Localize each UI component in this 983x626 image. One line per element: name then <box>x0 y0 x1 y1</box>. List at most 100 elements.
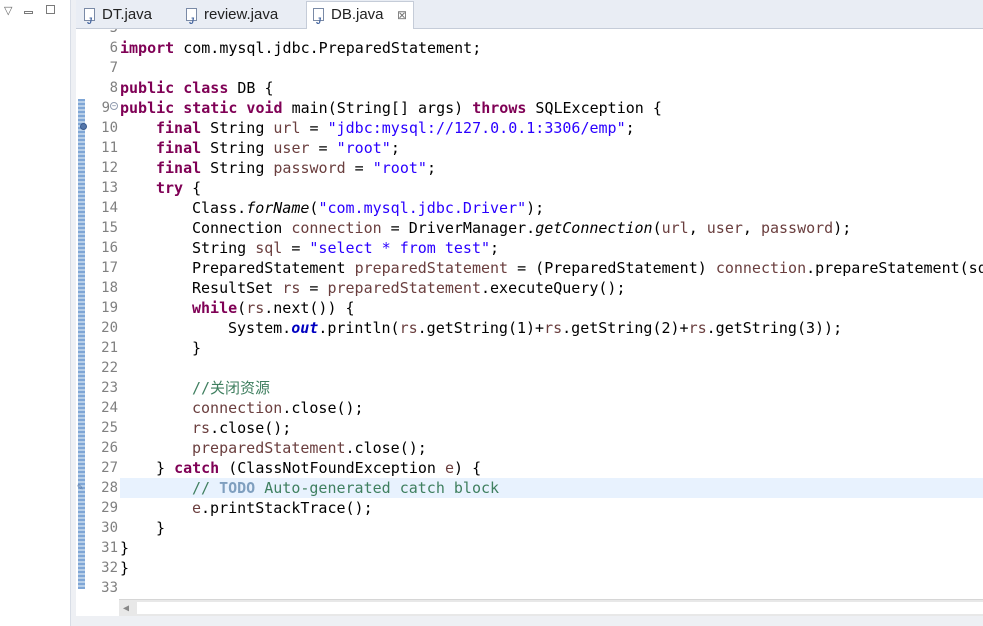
code-text: = <box>309 139 337 157</box>
keyword: public class <box>120 79 229 97</box>
code-text: .next()) { <box>264 299 355 317</box>
variable: connection <box>192 399 283 417</box>
line-number: 16 <box>101 240 118 256</box>
code-text: = <box>300 279 328 297</box>
code-text: , <box>688 219 707 237</box>
variable: connection <box>291 219 382 237</box>
close-icon[interactable]: ⊠ <box>397 2 407 28</box>
variable: rs <box>246 299 265 317</box>
tab-label: DB.java <box>331 6 384 23</box>
variable: url <box>273 119 301 137</box>
string-literal: "select * from test" <box>309 239 491 257</box>
line-number-gutter: 5 6 7 8 9 10 11 12 13 14 15 16 17 18 19 … <box>86 29 120 597</box>
method-call: forName <box>246 199 310 217</box>
variable: e <box>192 499 202 517</box>
variable: rs <box>399 319 418 337</box>
variable: e <box>445 459 455 477</box>
code-text: Class. <box>192 199 247 217</box>
keyword: import <box>120 39 175 57</box>
code-text: ResultSet <box>192 279 283 297</box>
left-view-panel: ▽ <box>0 0 71 626</box>
code-line: } catch (ClassNotFoundException e) { <box>156 458 481 478</box>
code-text: .close(); <box>345 439 427 457</box>
code-text: = <box>345 159 373 177</box>
keyword: final <box>156 119 202 137</box>
variable: user <box>706 219 743 237</box>
line-number: 9 <box>101 100 110 116</box>
view-menu-icon[interactable]: ▽ <box>4 4 12 17</box>
scroll-thumb[interactable] <box>137 602 983 614</box>
code-text: = (PreparedStatement) <box>508 259 716 277</box>
code-text: ; <box>490 239 500 257</box>
keyword: catch <box>174 459 220 477</box>
keyword: while <box>192 299 238 317</box>
fold-icon[interactable]: − <box>110 102 118 110</box>
variable: password <box>760 219 834 237</box>
code-text: PreparedStatement <box>192 259 355 277</box>
line-number: 21 <box>101 340 118 356</box>
tab-db-java[interactable]: DB.java ⊠ <box>306 1 414 34</box>
code-line: rs.close(); <box>192 418 291 438</box>
code-line: try { <box>156 178 201 198</box>
code-text: ); <box>526 199 545 217</box>
code-area[interactable]: import com.mysql.jdbc.PreparedStatement;… <box>120 29 983 597</box>
maximize-icon[interactable] <box>46 4 55 17</box>
code-text: .close(); <box>210 419 292 437</box>
code-text: } <box>156 459 175 477</box>
static-field: out <box>291 319 319 337</box>
keyword: final <box>156 139 202 157</box>
method-call: getConnection <box>535 219 653 237</box>
code-text: ; <box>625 119 635 137</box>
code-text: String <box>201 119 274 137</box>
code-text: String <box>201 159 274 177</box>
code-text: = <box>300 119 328 137</box>
minimize-icon[interactable] <box>24 4 33 17</box>
keyword: public static void <box>120 99 283 117</box>
code-text: String <box>201 139 274 157</box>
tab-review-java[interactable]: review.java <box>180 2 302 34</box>
code-text: , <box>742 219 761 237</box>
line-number: 26 <box>101 440 118 456</box>
code-line: Class.forName("com.mysql.jdbc.Driver"); <box>192 198 544 218</box>
code-text: ( <box>652 219 662 237</box>
code-text: .getString(2)+ <box>562 319 689 337</box>
line-number: 32 <box>101 560 118 576</box>
code-text: = DriverManager. <box>381 219 536 237</box>
java-file-icon <box>84 8 95 34</box>
variable: preparedStatement <box>354 259 509 277</box>
line-number: 14 <box>101 200 118 216</box>
variable: url <box>661 219 689 237</box>
code-editor[interactable]: ✎ 5 6 7 8 9 10 11 12 13 14 15 16 17 18 1… <box>76 29 983 597</box>
line-number: 18 <box>101 280 118 296</box>
code-text: ( <box>237 299 247 317</box>
line-number: 22 <box>101 360 118 376</box>
editor-bottom-border <box>76 616 983 626</box>
code-text: .getString(3)); <box>706 319 843 337</box>
current-line-highlight: // TODO Auto-generated catch block <box>120 478 983 498</box>
line-number: 8 <box>109 80 118 96</box>
tab-dt-java[interactable]: DT.java <box>78 2 170 34</box>
comment: // <box>192 479 220 497</box>
code-text: .executeQuery(); <box>481 279 626 297</box>
code-line: PreparedStatement preparedStatement = (P… <box>192 258 983 278</box>
variable: preparedStatement <box>192 439 346 457</box>
scroll-left-icon[interactable]: ◀ <box>123 600 129 617</box>
horizontal-scrollbar[interactable]: ◀ <box>119 599 983 617</box>
code-text: (ClassNotFoundException <box>219 459 445 477</box>
code-line: final String user = "root"; <box>156 138 400 158</box>
code-text: ; <box>426 159 436 177</box>
code-line: import com.mysql.jdbc.PreparedStatement; <box>120 38 481 58</box>
line-number: 15 <box>101 220 118 236</box>
line-number: 31 <box>101 540 118 556</box>
variable: preparedStatement <box>327 279 481 297</box>
quick-diff-bar <box>78 99 85 589</box>
code-text: ; <box>390 139 400 157</box>
code-line: e.printStackTrace(); <box>192 498 373 518</box>
keyword: throws <box>472 99 527 117</box>
variable: connection <box>715 259 807 277</box>
line-number: 5 <box>110 29 118 38</box>
line-number: 10 <box>101 120 118 136</box>
code-text: .printStackTrace(); <box>201 499 373 517</box>
code-line: ResultSet rs = preparedStatement.execute… <box>192 278 626 298</box>
code-text: SQLException { <box>526 99 662 117</box>
